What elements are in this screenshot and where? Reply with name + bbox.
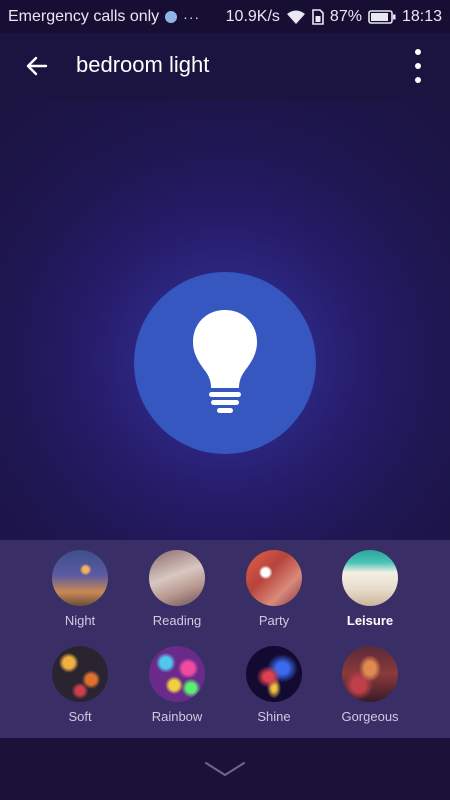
battery-percent: 87%: [329, 7, 362, 25]
page-title: bedroom light: [76, 52, 210, 77]
scene-grid: Night Reading Party Leisure Soft Rainbow…: [0, 540, 450, 738]
scene-gorgeous[interactable]: Gorgeous: [322, 646, 418, 724]
scene-label: Party: [258, 613, 290, 628]
reading-scene-thumbnail: [149, 550, 205, 606]
carrier-text: Emergency calls only: [8, 7, 160, 25]
bottom-panel: [0, 738, 450, 800]
menu-dot-icon: [415, 77, 421, 83]
more-notifications-indicator: ···: [183, 8, 201, 25]
shine-scene-thumbnail: [246, 646, 302, 702]
scene-label: Reading: [152, 613, 202, 628]
scene-label: Night: [64, 613, 96, 628]
rainbow-scene-thumbnail: [149, 646, 205, 702]
battery-icon: [368, 9, 396, 24]
light-power-toggle[interactable]: [134, 272, 316, 454]
menu-dot-icon: [415, 63, 421, 69]
expand-panel-button[interactable]: [204, 761, 246, 782]
scene-rainbow[interactable]: Rainbow: [129, 646, 225, 724]
back-arrow-icon: [26, 56, 48, 76]
scene-soft[interactable]: Soft: [32, 646, 128, 724]
scene-leisure[interactable]: Leisure: [322, 550, 418, 628]
scene-label: Shine: [257, 709, 291, 724]
scene-label: Soft: [68, 709, 92, 724]
party-scene-thumbnail: [246, 550, 302, 606]
night-scene-thumbnail: [52, 550, 108, 606]
gorgeous-scene-thumbnail: [342, 646, 398, 702]
more-options-button[interactable]: [410, 49, 426, 83]
scene-night[interactable]: Night: [32, 550, 128, 628]
app-bar: bedroom light: [0, 33, 450, 100]
status-bar: Emergency calls only ··· 10.9K/s 87% 18:…: [0, 0, 450, 33]
scene-label: Rainbow: [151, 709, 203, 724]
lightbulb-icon: [193, 310, 257, 413]
notification-icon: [165, 10, 178, 23]
soft-scene-thumbnail: [52, 646, 108, 702]
menu-dot-icon: [415, 49, 421, 55]
back-button[interactable]: [22, 51, 52, 81]
wifi-icon: [286, 10, 305, 24]
clock: 18:13: [401, 7, 442, 25]
scene-party[interactable]: Party: [226, 550, 322, 628]
scene-shine[interactable]: Shine: [226, 646, 322, 724]
scene-reading[interactable]: Reading: [129, 550, 225, 628]
scene-label: Gorgeous: [341, 709, 399, 724]
light-hero-area: [0, 100, 450, 540]
leisure-scene-thumbnail: [342, 550, 398, 606]
chevron-down-icon: [205, 762, 245, 776]
scene-label: Leisure: [346, 613, 394, 628]
network-speed: 10.9K/s: [225, 7, 280, 25]
sim-icon: [312, 8, 324, 25]
